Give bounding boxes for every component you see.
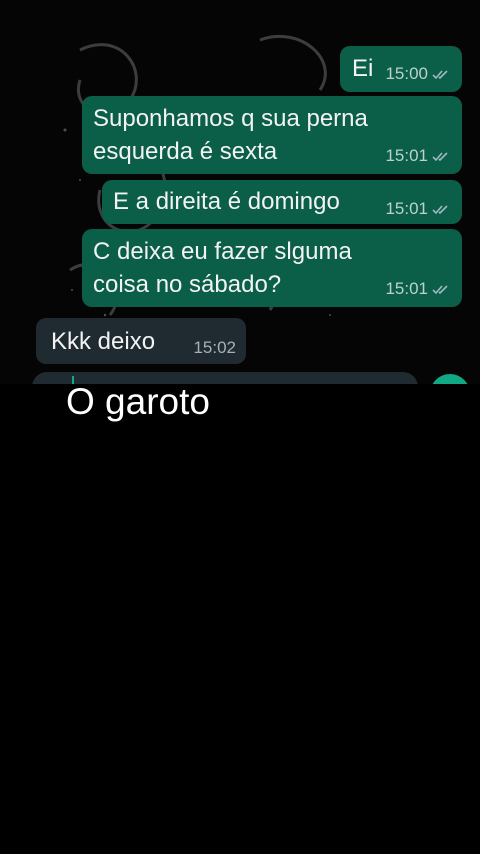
caption-overlay: O garoto — [66, 381, 210, 422]
message-bubble-outgoing[interactable]: E a direita é domingo 15:01 — [102, 180, 462, 224]
double-check-icon — [432, 285, 448, 295]
send-button-icon[interactable] — [430, 374, 470, 384]
message-time: 15:01 — [385, 146, 428, 165]
message-time: 15:01 — [385, 199, 428, 218]
message-time: 15:00 — [385, 64, 428, 83]
message-meta: 15:01 — [385, 199, 452, 219]
message-bubble-outgoing[interactable]: C deixa eu fazer slguma coisa no sábado?… — [82, 229, 462, 307]
message-meta: 15:01 — [385, 279, 452, 299]
message-meta: 15:00 — [385, 64, 452, 84]
message-bubble-outgoing[interactable]: Suponhamos q sua perna esquerda é sexta … — [82, 96, 462, 174]
message-time: 15:02 — [193, 338, 236, 357]
message-bubble-incoming[interactable]: Kkk deixo 15:02 — [36, 318, 246, 364]
message-bubble-outgoing[interactable]: Ei 15:00 — [340, 46, 462, 92]
message-time: 15:01 — [385, 279, 428, 298]
double-check-icon — [432, 152, 448, 162]
double-check-icon — [432, 205, 448, 215]
chat-area: Ei 15:00 Suponhamos q sua perna esquerda… — [0, 0, 480, 384]
double-check-icon — [432, 70, 448, 80]
message-meta: 15:02 — [193, 338, 236, 358]
message-meta: 15:01 — [385, 146, 452, 166]
